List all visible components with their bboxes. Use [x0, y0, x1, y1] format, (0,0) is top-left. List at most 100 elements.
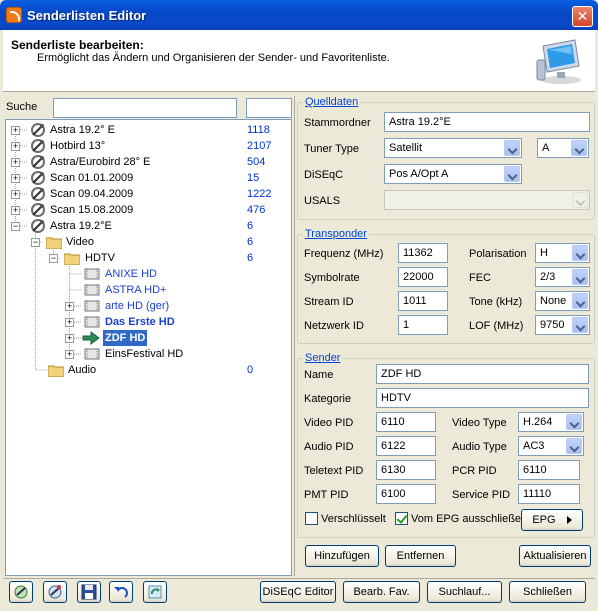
pcr-pid-label: PCR PID	[452, 465, 497, 477]
tree-item-label: ASTRA HD+	[105, 284, 167, 296]
app-rss-icon	[6, 7, 22, 23]
netzwerk-id-label: Netzwerk ID	[304, 320, 364, 332]
tree-row[interactable]: Audio 0	[6, 362, 291, 378]
diseqc-value: Pos A/Opt A	[389, 168, 449, 180]
expand-icon[interactable]: +	[65, 334, 74, 343]
tuner-type-select[interactable]: Satellit	[384, 138, 522, 158]
tree-item-label: Video	[66, 236, 94, 248]
tree-row-selected[interactable]: + ZDF HD	[6, 330, 291, 346]
header-title: Senderliste bearbeiten:	[11, 38, 144, 52]
name-input[interactable]: ZDF HD	[376, 364, 589, 384]
channel-tree[interactable]: + Astra 19.2° E 1118 + Hotbird 13° 2107 …	[5, 119, 292, 576]
expand-icon[interactable]: +	[11, 126, 20, 135]
tree-row[interactable]: + Astra 19.2° E 1118	[6, 122, 291, 138]
tuner-port-select[interactable]: A	[537, 138, 589, 158]
tree-row[interactable]: + EinsFestival HD	[6, 346, 291, 362]
tree-row[interactable]: + Hotbird 13° 2107	[6, 138, 291, 154]
tree-row[interactable]: + Astra/Eurobird 28° E 504	[6, 154, 291, 170]
tree-row[interactable]: + Scan 15.08.2009 476	[6, 202, 291, 218]
satellite-export-icon	[48, 585, 62, 599]
remove-button[interactable]: Entfernen	[385, 545, 456, 567]
chevron-down-icon[interactable]	[572, 269, 588, 285]
update-button[interactable]: Aktualisieren	[519, 545, 591, 567]
collapse-icon[interactable]: −	[11, 222, 20, 231]
symbolrate-input[interactable]: 22000	[398, 267, 448, 287]
chevron-down-icon[interactable]	[572, 317, 588, 333]
chevron-down-icon[interactable]	[572, 293, 588, 309]
save-button[interactable]	[77, 581, 101, 603]
import-list-button[interactable]	[9, 581, 33, 603]
header-subtitle: Ermöglicht das Ändern und Organisieren d…	[37, 52, 390, 64]
close-window-button[interactable]: ✕	[572, 6, 593, 27]
tree-row[interactable]: − Astra 19.2°E 6	[6, 218, 291, 234]
chevron-down-icon	[572, 192, 588, 208]
video-type-select[interactable]: H.264	[518, 412, 584, 432]
chevron-down-icon[interactable]	[566, 414, 582, 430]
diseqc-select[interactable]: Pos A/Opt A	[384, 164, 522, 184]
epg-exclude-checkbox[interactable]	[395, 512, 408, 525]
footer-divider	[3, 578, 595, 579]
tree-item-label: HDTV	[85, 252, 115, 264]
diseqc-editor-button[interactable]: DiSEqC Editor	[260, 581, 336, 603]
channel-film-icon	[84, 284, 100, 296]
collapse-icon[interactable]: −	[49, 254, 58, 263]
expand-icon[interactable]: +	[11, 142, 20, 151]
frequenz-input[interactable]: 11362	[398, 243, 448, 263]
chevron-down-icon[interactable]	[504, 140, 520, 156]
pane-splitter[interactable]	[294, 96, 295, 576]
search-input-secondary[interactable]	[246, 98, 292, 118]
collapse-icon[interactable]: −	[31, 238, 40, 247]
edit-favorites-button[interactable]: Bearb. Fav.	[343, 581, 420, 603]
audio-pid-input[interactable]: 6122	[376, 436, 436, 456]
expand-icon[interactable]: +	[11, 174, 20, 183]
chevron-down-icon[interactable]	[571, 140, 587, 156]
channel-scan-button[interactable]: Suchlauf...	[427, 581, 502, 603]
lof-select[interactable]: 9750	[535, 315, 590, 335]
pcr-pid-input[interactable]: 6110	[518, 460, 580, 480]
tree-item-label: Scan 01.01.2009	[50, 172, 134, 184]
satellite-icon	[31, 123, 45, 137]
tree-row[interactable]: + arte HD (ger)	[6, 298, 291, 314]
tree-row[interactable]: ASTRA HD+	[6, 282, 291, 298]
expand-icon[interactable]: +	[11, 206, 20, 215]
export-list-button[interactable]	[43, 581, 67, 603]
chevron-down-icon[interactable]	[572, 245, 588, 261]
tree-item-label: arte HD (ger)	[105, 300, 170, 312]
audio-type-value: AC3	[523, 440, 545, 452]
chevron-down-icon[interactable]	[566, 438, 582, 454]
stammordner-input[interactable]: Astra 19.2°E	[384, 112, 590, 132]
tone-select[interactable]: None	[535, 291, 590, 311]
video-pid-input[interactable]: 6110	[376, 412, 436, 432]
search-input[interactable]	[53, 98, 237, 118]
tree-row[interactable]: + Das Erste HD	[6, 314, 291, 330]
expand-icon[interactable]: +	[11, 158, 20, 167]
expand-icon[interactable]: +	[65, 302, 74, 311]
tree-row[interactable]: + Scan 01.01.2009 15	[6, 170, 291, 186]
fec-select[interactable]: 2/3	[535, 267, 590, 287]
satellite-icon	[31, 203, 45, 217]
close-button[interactable]: Schließen	[509, 581, 586, 603]
service-pid-label: Service PID	[452, 489, 511, 501]
tree-row[interactable]: + Scan 09.04.2009 1222	[6, 186, 291, 202]
kategorie-input[interactable]: HDTV	[376, 388, 589, 408]
polarisation-select[interactable]: H	[535, 243, 590, 263]
teletext-pid-input[interactable]: 6130	[376, 460, 436, 480]
service-pid-input[interactable]: 11110	[518, 484, 580, 504]
tree-row[interactable]: − HDTV 6	[6, 250, 291, 266]
epg-button[interactable]: EPG	[521, 509, 583, 531]
pmt-pid-input[interactable]: 6100	[376, 484, 436, 504]
expand-icon[interactable]: +	[65, 318, 74, 327]
add-button[interactable]: Hinzufügen	[305, 545, 379, 567]
expand-icon[interactable]: +	[65, 350, 74, 359]
netzwerk-id-input[interactable]: 1	[398, 315, 448, 335]
tree-row[interactable]: − Video 6	[6, 234, 291, 250]
verschluesselt-checkbox[interactable]	[305, 512, 318, 525]
undo-button[interactable]	[109, 581, 133, 603]
expand-icon[interactable]: +	[11, 190, 20, 199]
audio-type-select[interactable]: AC3	[518, 436, 584, 456]
tree-row[interactable]: ANIXE HD	[6, 266, 291, 282]
usals-label: USALS	[304, 195, 341, 207]
stream-id-input[interactable]: 1011	[398, 291, 448, 311]
chevron-down-icon[interactable]	[504, 166, 520, 182]
refresh-button[interactable]	[143, 581, 167, 603]
